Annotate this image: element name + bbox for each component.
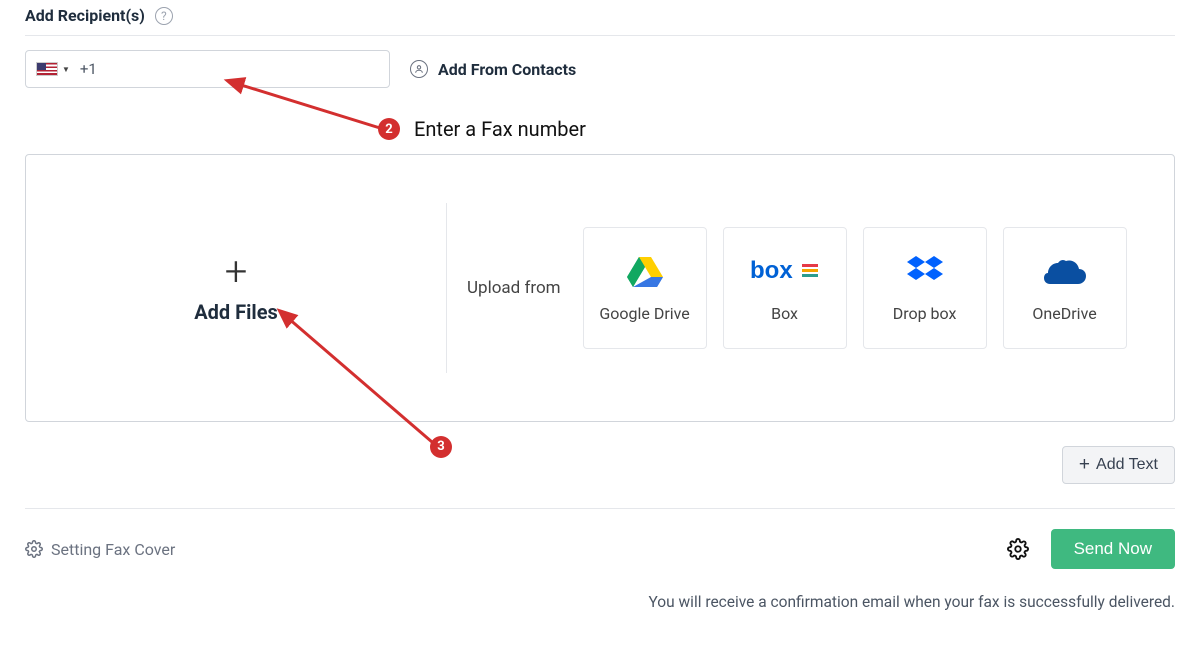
annotation-step-3: 3 [430,435,452,458]
settings-gear-icon[interactable] [1007,538,1029,560]
annotation-step-2: 2 Enter a Fax number [378,117,586,141]
footer-right-actions: Send Now [1007,529,1175,569]
upload-from-section: Upload from Google Drive box Box [447,227,1174,349]
svg-text:box: box [750,258,793,284]
annotation-label-2: Enter a Fax number [414,117,586,141]
send-now-button[interactable]: Send Now [1051,529,1175,569]
upload-box: + Add Files Upload from Google Drive box [25,154,1175,422]
setting-fax-cover-label: Setting Fax Cover [51,540,175,559]
fax-number-input[interactable]: ▼ +1 [25,50,390,88]
onedrive-icon [1044,254,1086,288]
add-text-row: + Add Text [25,446,1175,509]
provider-onedrive[interactable]: OneDrive [1003,227,1127,349]
add-text-label: Add Text [1096,456,1158,474]
chevron-down-icon: ▼ [62,65,70,74]
annotation-badge-2: 2 [378,118,400,140]
fax-number-field[interactable] [107,61,379,78]
country-prefix: +1 [80,60,97,78]
provider-label: Google Drive [599,304,689,323]
add-files-button[interactable]: + Add Files [26,252,446,324]
send-now-label: Send Now [1074,539,1152,559]
dropbox-icon [907,254,943,288]
upload-from-label: Upload from [467,278,561,298]
provider-list: Google Drive box Box Drop box [583,227,1127,349]
setting-fax-cover-button[interactable]: Setting Fax Cover [25,540,175,559]
help-icon[interactable]: ? [155,7,173,25]
annotation-badge-3: 3 [430,436,452,458]
country-selector[interactable]: ▼ [36,62,70,76]
google-drive-icon [627,254,663,288]
add-text-button[interactable]: + Add Text [1062,446,1175,484]
gear-icon [25,540,43,558]
flag-us-icon [36,62,58,76]
add-recipients-header: Add Recipient(s) ? [25,0,1175,36]
provider-dropbox[interactable]: Drop box [863,227,987,349]
add-from-contacts-button[interactable]: Add From Contacts [410,60,576,79]
provider-label: Drop box [893,304,957,323]
provider-box[interactable]: box Box [723,227,847,349]
provider-label: Box [771,304,798,323]
confirmation-text: You will receive a confirmation email wh… [25,593,1175,611]
provider-label: OneDrive [1032,304,1096,323]
add-files-label: Add Files [194,300,278,324]
recipient-row: ▼ +1 Add From Contacts [25,50,1175,88]
section-title: Add Recipient(s) [25,6,145,25]
box-icon: box [750,254,820,288]
footer-row: Setting Fax Cover Send Now [25,529,1175,569]
plus-icon: + [1079,454,1090,476]
person-circle-icon [410,60,428,78]
plus-icon: + [225,252,248,292]
add-from-contacts-label: Add From Contacts [438,60,576,79]
provider-google-drive[interactable]: Google Drive [583,227,707,349]
